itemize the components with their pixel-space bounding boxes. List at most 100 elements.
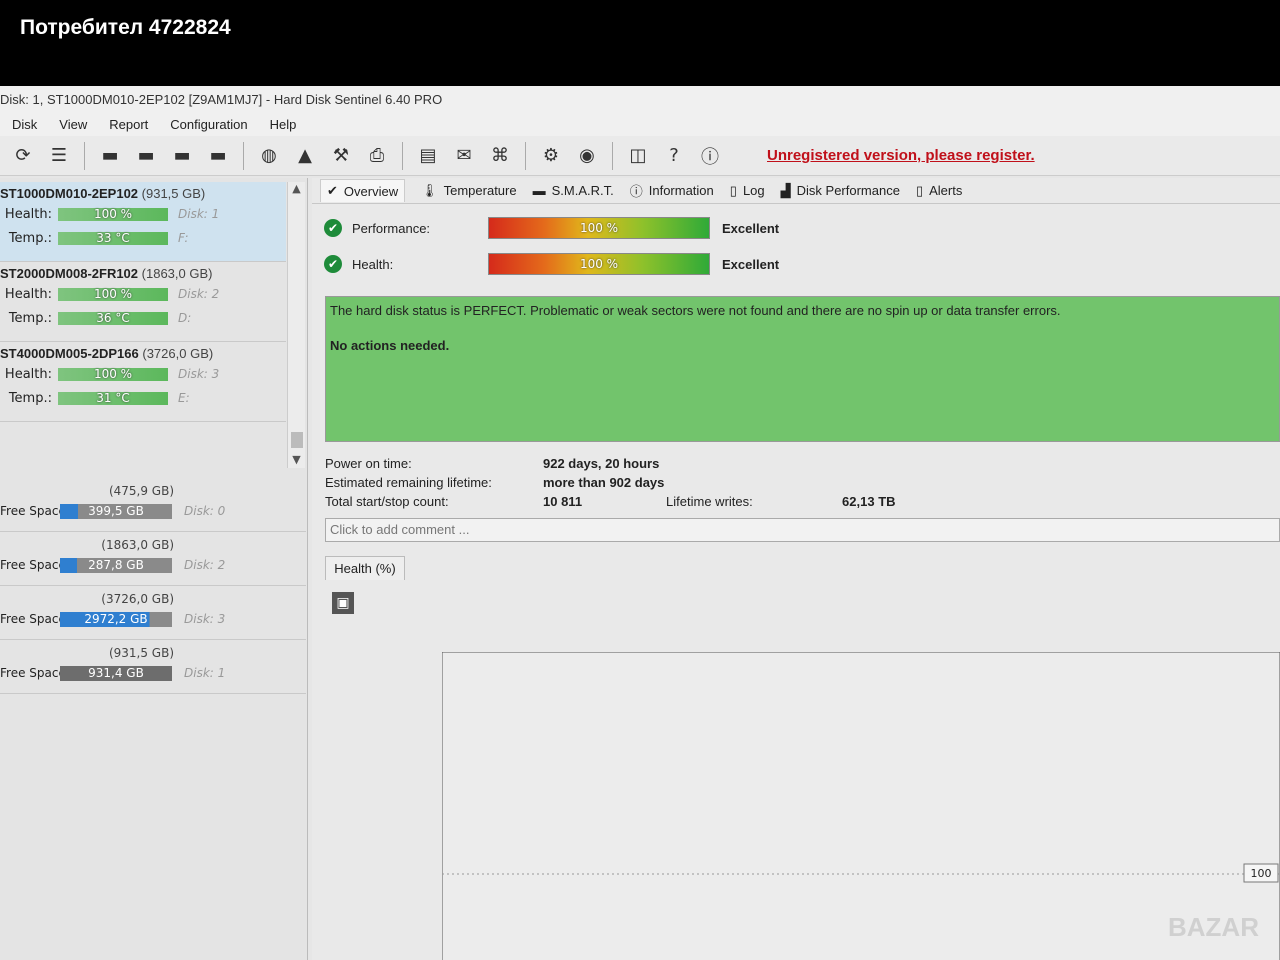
- temp-bar: 33 °C: [58, 231, 168, 245]
- free-space-label: Free Space: [0, 666, 60, 680]
- disk-info: Power on time: 922 days, 20 hours Estimat…: [325, 454, 1265, 511]
- menu-configuration[interactable]: Configuration: [170, 114, 247, 136]
- disk-info-icon[interactable]: ▬: [95, 141, 125, 171]
- power-on-label: Power on time:: [325, 456, 412, 471]
- printer-icon[interactable]: ⎙: [362, 141, 392, 171]
- disk-number: Disk: 3: [178, 367, 220, 381]
- status-action: No actions needed.: [330, 338, 450, 353]
- tab-log[interactable]: ▯ Log: [730, 183, 765, 199]
- disk-card-3[interactable]: ST4000DM005-2DP166 (3726,0 GB) Health: 10…: [0, 342, 286, 422]
- unregistered-link[interactable]: Unregistered version, please register.: [767, 147, 1035, 164]
- lifetime-value: more than 902 days: [543, 475, 665, 490]
- scroll-thumb[interactable]: [291, 432, 303, 448]
- menu-help[interactable]: Help: [270, 114, 297, 136]
- alert-icon: ▯: [915, 182, 924, 198]
- sound-icon[interactable]: ◉: [572, 141, 602, 171]
- tab-bar: ✔ Overview 🌡 Temperature ▬ S.M.A.R.T. ⓘ Info…: [312, 178, 1280, 204]
- partition-size: (475,9 GB): [108, 484, 174, 498]
- disk-model: ST2000DM008-2FR102: [0, 266, 139, 281]
- disk-list-scrollbar[interactable]: ▲ ▼: [287, 182, 305, 468]
- partition-row: Free Space 2972,2 GB Disk: 3: [0, 608, 306, 630]
- tab-label: Temperature: [443, 183, 517, 198]
- tab-temperature[interactable]: 🌡 Temperature: [421, 183, 517, 199]
- disk-size: (931,5 GB): [141, 186, 206, 201]
- health-bar: 100 %: [58, 367, 168, 381]
- help-icon[interactable]: ?: [659, 141, 689, 171]
- partition-item[interactable]: (931,5 GB) Free Space 931,4 GB Disk: 1: [0, 640, 306, 694]
- gear-icon[interactable]: ⚙: [536, 141, 566, 171]
- partition-disk: Disk: 0: [184, 504, 226, 518]
- health-rating: Excellent: [722, 256, 780, 272]
- health-label: Health:: [4, 366, 52, 382]
- disk-name: ST1000DM010-2EP102 (931,5 GB): [0, 186, 286, 201]
- tab-information[interactable]: ⓘ Information: [630, 181, 714, 200]
- drive-letter: D:: [178, 311, 192, 325]
- disk-time-icon[interactable]: ▬: [131, 141, 161, 171]
- startstop-label: Total start/stop count:: [325, 494, 449, 509]
- disk-search-icon[interactable]: ▬: [203, 141, 233, 171]
- disk-card-2[interactable]: ST2000DM008-2FR102 (1863,0 GB) Health: 10…: [0, 262, 286, 342]
- globe-icon[interactable]: ◍: [254, 141, 284, 171]
- disk-card-1[interactable]: ST1000DM010-2EP102 (931,5 GB) Health: 100…: [0, 182, 286, 262]
- save-icon[interactable]: ▣: [332, 592, 354, 614]
- disk-check-icon[interactable]: ▬: [167, 141, 197, 171]
- disk-list: ST1000DM010-2EP102 (931,5 GB) Health: 100…: [0, 182, 286, 432]
- info-icon[interactable]: ⓘ: [695, 141, 725, 171]
- temp-label: Temp.:: [8, 390, 52, 406]
- partition-item[interactable]: (1863,0 GB) Free Space 287,8 GB Disk: 2: [0, 532, 306, 586]
- info-row: Total start/stop count: 10 811 Lifetime wr…: [325, 492, 1265, 511]
- health-row: Health: 100 % Disk: 2: [0, 283, 286, 305]
- partition-item[interactable]: (475,9 GB) Free Space 399,5 GB Disk: 0: [0, 478, 306, 532]
- partition-item[interactable]: (3726,0 GB) Free Space 2972,2 GB Disk: 3: [0, 586, 306, 640]
- menu-disk[interactable]: Disk: [12, 114, 37, 136]
- menu-report[interactable]: Report: [109, 114, 148, 136]
- report-icon[interactable]: ▤: [413, 141, 443, 171]
- disk-model: ST1000DM010-2EP102: [0, 186, 139, 201]
- temp-label: Temp.:: [8, 230, 52, 246]
- tab-label: Log: [742, 183, 765, 198]
- menubar: Disk View Report Configuration Help: [0, 114, 1280, 136]
- photo-header: Потребител 4722824: [0, 0, 1280, 86]
- free-space-bar: 399,5 GB: [60, 503, 172, 519]
- partition-disk: Disk: 3: [184, 612, 226, 626]
- thermometer-icon: 🌡: [421, 182, 438, 198]
- left-panel: ST1000DM010-2EP102 (931,5 GB) Health: 100…: [0, 178, 308, 960]
- tab-overview[interactable]: ✔ Overview: [320, 179, 406, 202]
- mail-icon[interactable]: ✉: [449, 141, 479, 171]
- info-row: Estimated remaining lifetime: more than 9…: [325, 473, 1265, 492]
- data-label: 100: [1251, 867, 1272, 880]
- refresh-icon[interactable]: ⟳: [8, 141, 38, 171]
- tools-icon[interactable]: ⚒: [326, 141, 356, 171]
- network-icon[interactable]: ⌘: [485, 141, 515, 171]
- scroll-up-icon[interactable]: ▲: [288, 182, 305, 195]
- app-window: Disk: 1, ST1000DM010-2EP102 [Z9AM1MJ7] -…: [0, 86, 1280, 960]
- list-icon[interactable]: ☰: [44, 141, 74, 171]
- temp-row: Temp.: 33 °C F:: [0, 227, 286, 249]
- disk-size: (3726,0 GB): [142, 346, 214, 361]
- camera-icon[interactable]: ◫: [623, 141, 653, 171]
- temp-bar: 31 °C: [58, 391, 168, 405]
- tab-label: Overview: [343, 183, 399, 199]
- disk-name: ST4000DM005-2DP166 (3726,0 GB): [0, 346, 286, 361]
- tab-alerts[interactable]: ▯ Alerts: [916, 183, 962, 199]
- partition-size: (3726,0 GB): [101, 592, 174, 606]
- comment-input[interactable]: Click to add comment ...: [325, 518, 1280, 542]
- tab-smart[interactable]: ▬ S.M.A.R.T.: [533, 183, 614, 198]
- warning-icon[interactable]: ▲: [290, 141, 320, 171]
- partition-list: (475,9 GB) Free Space 399,5 GB Disk: 0 (18…: [0, 478, 306, 694]
- writes-value: 62,13 TB: [842, 494, 896, 509]
- health-row: ✔ Health: 100 % Excellent: [312, 246, 1280, 282]
- tab-disk-performance[interactable]: ▟ Disk Performance: [781, 183, 900, 199]
- partition-disk: Disk: 1: [184, 666, 226, 680]
- check-icon: ✔: [324, 219, 342, 237]
- main-panel: ✔ Overview 🌡 Temperature ▬ S.M.A.R.T. ⓘ Info…: [312, 178, 1280, 960]
- temp-row: Temp.: 36 °C D:: [0, 307, 286, 329]
- tab-health-chart[interactable]: Health (%): [325, 556, 405, 580]
- scroll-down-icon[interactable]: ▼: [288, 453, 305, 466]
- toolbar-separator: [525, 141, 526, 170]
- menu-view[interactable]: View: [59, 114, 87, 136]
- partition-row: Free Space 399,5 GB Disk: 0: [0, 500, 306, 522]
- disk-icon: ▬: [532, 183, 546, 198]
- health-label: Health:: [352, 256, 394, 272]
- free-space-label: Free Space: [0, 504, 60, 518]
